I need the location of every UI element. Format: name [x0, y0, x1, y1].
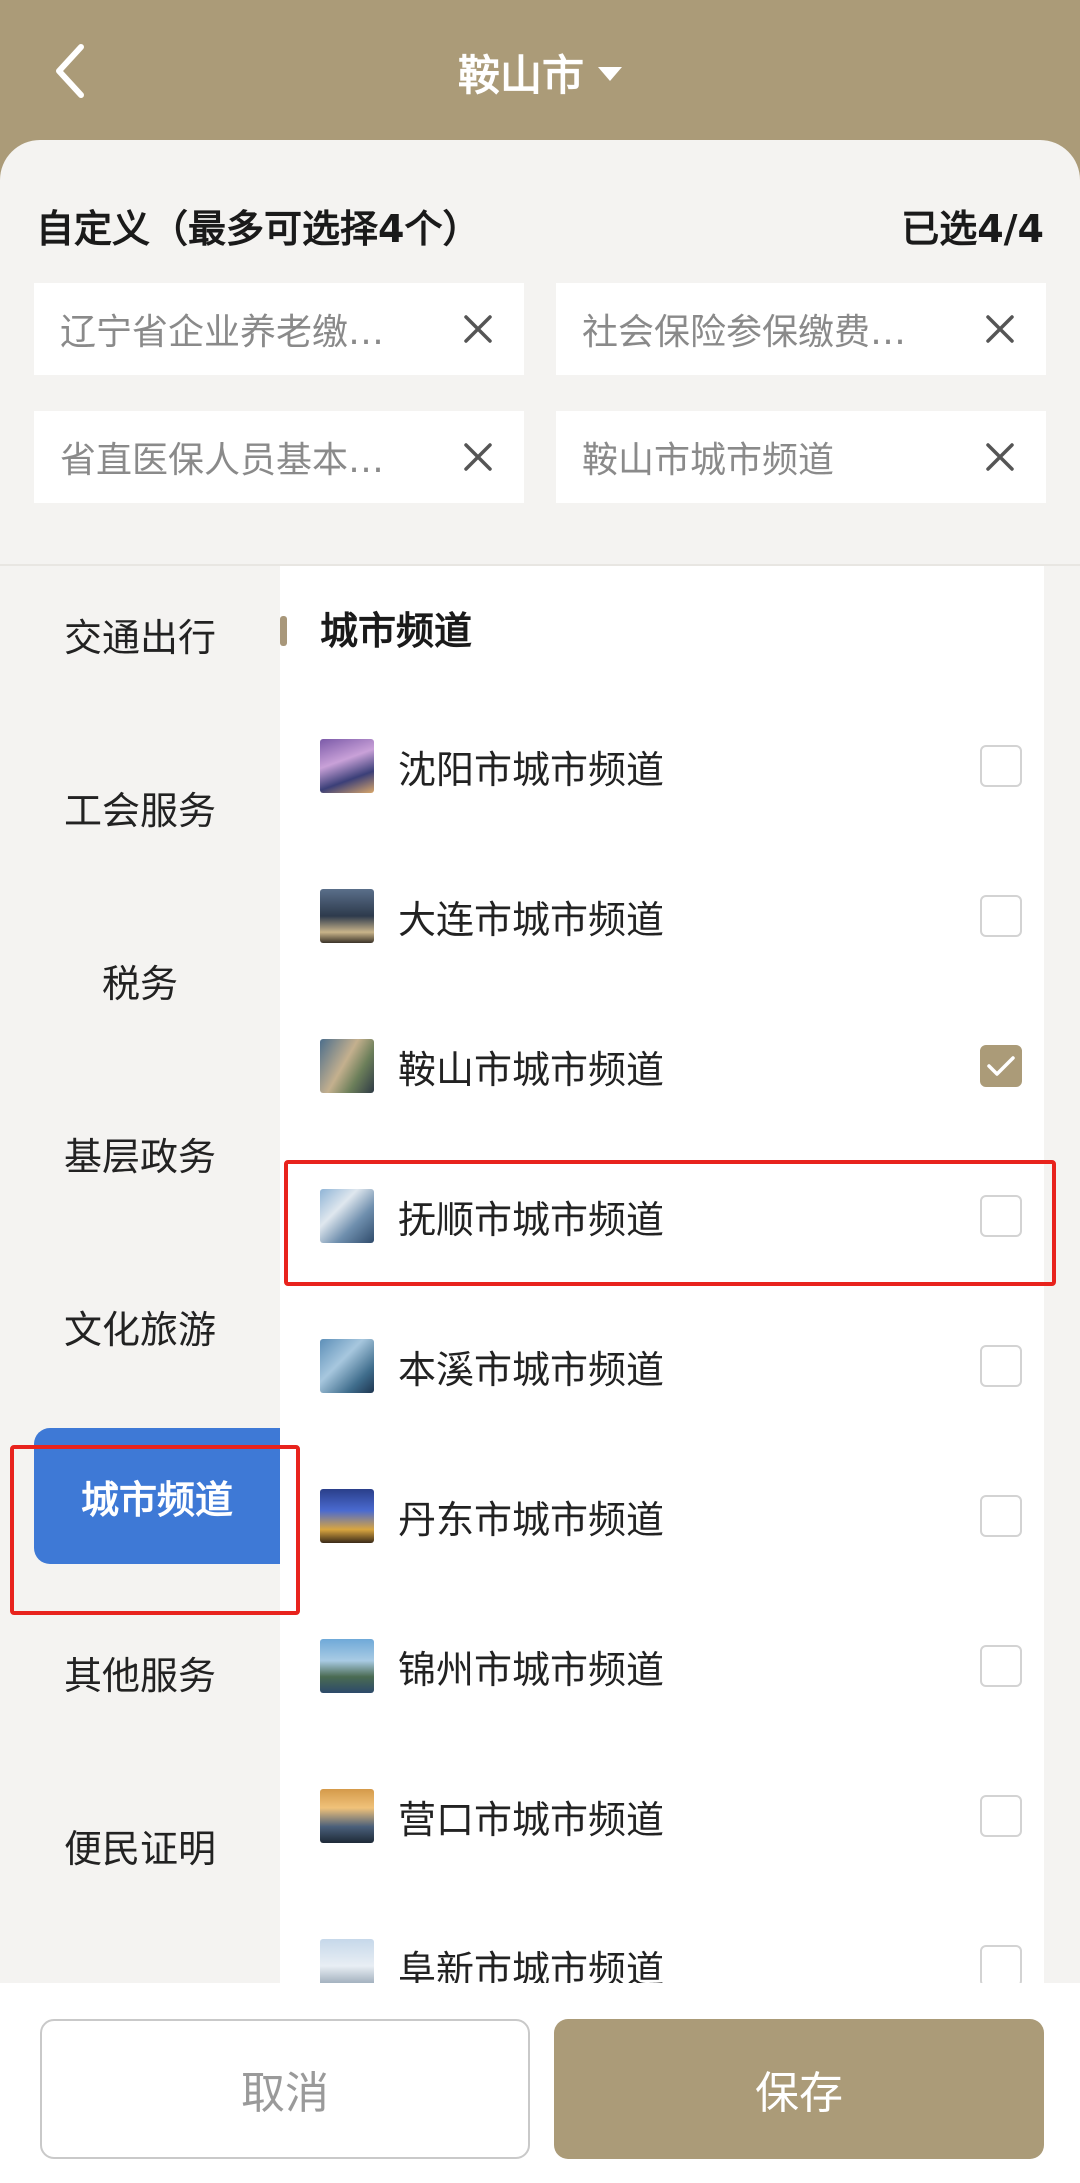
checkbox[interactable] [980, 745, 1022, 787]
list-item-label: 沈阳市城市频道 [398, 747, 665, 792]
section-title: 城市频道 [320, 609, 473, 653]
city-thumbnail [320, 1039, 374, 1093]
selected-chip: 社会保险参保缴费… [556, 283, 1046, 375]
checkbox[interactable] [980, 1345, 1022, 1387]
cancel-button[interactable]: 取消 [40, 2019, 530, 2159]
city-thumbnail [320, 1489, 374, 1543]
checkbox[interactable] [980, 1795, 1022, 1837]
chip-label: 辽宁省企业养老缴… [60, 312, 385, 353]
list-item-label: 抚顺市城市频道 [398, 1197, 665, 1242]
chip-label: 鞍山市城市频道 [582, 440, 835, 481]
sidebar-item-label: 城市频道 [80, 1477, 233, 1522]
sidebar-item-grassroots[interactable]: 基层政务 [0, 1085, 280, 1221]
selected-chips: 辽宁省企业养老缴… 社会保险参保缴费… 省直医保人员基本… 鞍山市城市频道 [34, 283, 1046, 503]
list-item[interactable]: 大连市城市频道 [280, 841, 1044, 991]
close-icon[interactable] [460, 311, 496, 347]
footer-actions: 取消 保存 [0, 1983, 1080, 2183]
check-icon [987, 1056, 1015, 1076]
caret-down-icon [598, 67, 622, 81]
city-thumbnail [320, 1189, 374, 1243]
list-item[interactable]: 沈阳市城市频道 [280, 691, 1044, 841]
channel-list: 城市频道 沈阳市城市频道 大连市城市频道 鞍山市城市频道 抚顺市城市频道 本溪市 [280, 566, 1044, 1986]
chip-label: 社会保险参保缴费… [582, 312, 907, 353]
sidebar-item-transport[interactable]: 交通出行 [0, 566, 280, 702]
sidebar-item-label: 便民证明 [63, 1826, 216, 1871]
close-icon[interactable] [460, 439, 496, 475]
list-item-label: 阜新市城市频道 [398, 1947, 665, 1987]
list-item-label: 丹东市城市频道 [398, 1497, 665, 1542]
list-item-label: 大连市城市频道 [398, 897, 665, 942]
selected-chip: 辽宁省企业养老缴… [34, 283, 524, 375]
section-marker [280, 616, 287, 646]
selected-chip: 鞍山市城市频道 [556, 411, 1046, 503]
sidebar-item-culture-tourism[interactable]: 文化旅游 [0, 1258, 280, 1394]
custom-title: 自定义（最多可选择4个） [36, 206, 481, 251]
sidebar-item-label: 其他服务 [63, 1653, 216, 1698]
checkbox[interactable] [980, 1945, 1022, 1986]
city-thumbnail [320, 889, 374, 943]
chip-label: 省直医保人员基本… [60, 440, 385, 481]
close-icon[interactable] [982, 439, 1018, 475]
sidebar-item-tax[interactable]: 税务 [0, 912, 280, 1048]
sidebar-item-label: 交通出行 [63, 615, 216, 660]
category-sidebar: 交通出行 工会服务 税务 基层政务 文化旅游 城市频道 其他服务 便民证明 [0, 566, 280, 1986]
customize-sheet: 自定义（最多可选择4个） 已选4/4 辽宁省企业养老缴… 社会保险参保缴费… 省… [0, 140, 1080, 2183]
sidebar-item-label: 工会服务 [63, 788, 216, 833]
sidebar-item-label: 税务 [101, 961, 178, 1006]
city-thumbnail [320, 1639, 374, 1693]
selected-chip: 省直医保人员基本… [34, 411, 524, 503]
checkbox[interactable] [980, 895, 1022, 937]
city-selector[interactable]: 鞍山市 [0, 40, 1080, 104]
list-item[interactable]: 阜新市城市频道 [280, 1891, 1044, 1986]
page-title: 鞍山市 [457, 50, 584, 100]
sidebar-item-label: 文化旅游 [63, 1307, 216, 1352]
list-item-label: 鞍山市城市频道 [398, 1047, 665, 1092]
checkbox[interactable] [980, 1045, 1022, 1087]
sidebar-item-other[interactable]: 其他服务 [0, 1604, 280, 1740]
list-item[interactable]: 丹东市城市频道 [280, 1441, 1044, 1591]
custom-header: 自定义（最多可选择4个） 已选4/4 [36, 200, 1044, 251]
selected-count: 已选4/4 [901, 206, 1044, 251]
list-item[interactable]: 鞍山市城市频道 [280, 991, 1044, 1141]
city-thumbnail [320, 739, 374, 793]
sidebar-item-label: 基层政务 [63, 1134, 216, 1179]
sidebar-item-certificates[interactable]: 便民证明 [0, 1777, 280, 1913]
city-thumbnail [320, 1339, 374, 1393]
list-item[interactable]: 本溪市城市频道 [280, 1291, 1044, 1441]
list-item-label: 锦州市城市频道 [398, 1647, 665, 1692]
save-button[interactable]: 保存 [554, 2019, 1044, 2159]
top-bar: 鞍山市 [0, 0, 1080, 140]
list-item-label: 本溪市城市频道 [398, 1347, 665, 1392]
sidebar-item-union[interactable]: 工会服务 [0, 739, 280, 875]
list-item[interactable]: 抚顺市城市频道 [280, 1141, 1044, 1291]
list-item-label: 营口市城市频道 [398, 1797, 665, 1842]
city-thumbnail [320, 1939, 374, 1986]
close-icon[interactable] [982, 311, 1018, 347]
checkbox[interactable] [980, 1495, 1022, 1537]
sidebar-item-city-channel[interactable]: 城市频道 [34, 1428, 280, 1564]
city-thumbnail [320, 1789, 374, 1843]
checkbox[interactable] [980, 1195, 1022, 1237]
section-header: 城市频道 [280, 566, 1044, 696]
list-item[interactable]: 营口市城市频道 [280, 1741, 1044, 1891]
list-item[interactable]: 锦州市城市频道 [280, 1591, 1044, 1741]
checkbox[interactable] [980, 1645, 1022, 1687]
